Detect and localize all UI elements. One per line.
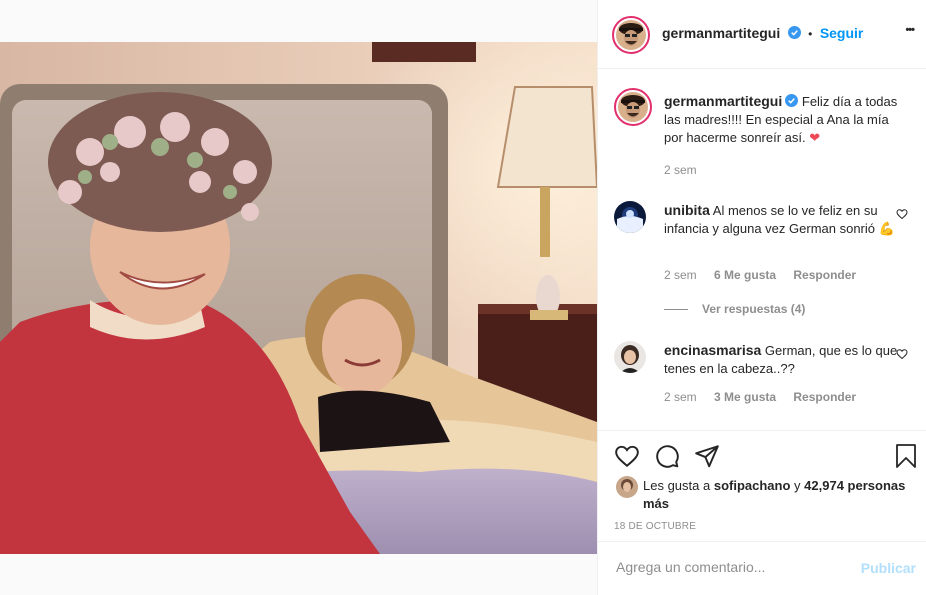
comment-time[interactable]: 2 sem: [664, 268, 697, 282]
post-photo[interactable]: [0, 42, 597, 554]
post-actions: Les gusta a sofipachano y 42,974 persona…: [598, 430, 926, 543]
post-photo-image: [0, 42, 597, 554]
bookmark-icon[interactable]: [894, 443, 918, 469]
likes-user[interactable]: sofipachano: [714, 478, 791, 493]
author-username[interactable]: germanmartitegui: [662, 25, 780, 41]
liker-avatar[interactable]: [616, 476, 638, 498]
liker-avatar-image: [616, 476, 638, 498]
comment-likes[interactable]: 3 Me gusta: [714, 390, 776, 404]
comment-meta: 2 sem 3 Me gusta Responder: [664, 390, 870, 404]
likes-prefix: Les gusta a: [643, 478, 711, 493]
commenter-avatar-image: [614, 201, 646, 233]
author-avatar-image: [616, 20, 646, 50]
post-date[interactable]: 18 DE OCTUBRE: [614, 521, 696, 532]
publish-button[interactable]: Publicar: [861, 560, 916, 576]
comment-likes[interactable]: 6 Me gusta: [714, 268, 776, 282]
caption-avatar-image: [618, 92, 648, 122]
heart-icon[interactable]: [896, 348, 908, 360]
comment-item: encinasmarisa German, que es lo que tene…: [614, 341, 910, 378]
caption: germanmartitegui Feliz día a todas las m…: [614, 88, 910, 147]
heart-emoji: ❤: [809, 130, 821, 145]
comment-text: encinasmarisa German, que es lo que tene…: [664, 341, 910, 378]
reply-button[interactable]: Responder: [793, 390, 856, 404]
post-header: germanmartitegui • Seguir •••: [598, 0, 926, 69]
caption-time[interactable]: 2 sem: [664, 163, 697, 177]
caption-text: germanmartitegui Feliz día a todas las m…: [664, 92, 910, 147]
share-icon[interactable]: [694, 443, 720, 469]
view-replies-button[interactable]: Ver respuestas (4): [664, 302, 805, 316]
comment-time[interactable]: 2 sem: [664, 390, 697, 404]
verified-badge-icon: [785, 94, 799, 107]
replies-line-divider: [664, 309, 688, 311]
reply-button[interactable]: Responder: [793, 268, 856, 282]
caption-username[interactable]: germanmartitegui: [664, 93, 782, 109]
likes-conj: y: [794, 478, 801, 493]
verified-badge-icon: [787, 26, 801, 39]
media-panel: [0, 0, 597, 595]
likes-summary: Les gusta a sofipachano y 42,974 persona…: [643, 477, 910, 513]
author-avatar[interactable]: [612, 16, 650, 54]
comment-username[interactable]: encinasmarisa: [664, 342, 761, 358]
follow-button[interactable]: Seguir: [820, 25, 864, 41]
commenter-avatar[interactable]: [614, 201, 646, 233]
comment-item: unibita Al menos se lo ve feliz en su in…: [614, 201, 910, 238]
comment-input[interactable]: [614, 558, 848, 576]
caption-meta: 2 sem: [664, 163, 711, 177]
follow-separator: •: [808, 27, 813, 41]
flexed-biceps-emoji: 💪: [878, 221, 895, 236]
more-options-icon[interactable]: •••: [905, 24, 915, 36]
comment-composer: Publicar: [598, 541, 926, 595]
comment-username[interactable]: unibita: [664, 202, 710, 218]
comment-meta: 2 sem 6 Me gusta Responder: [664, 268, 870, 282]
commenter-avatar[interactable]: [614, 341, 646, 373]
view-replies-label: Ver respuestas (4): [702, 302, 806, 316]
heart-icon[interactable]: [896, 208, 908, 220]
caption-avatar[interactable]: [614, 88, 652, 126]
commenter-avatar-image: [614, 341, 646, 373]
comment-icon[interactable]: [654, 443, 680, 469]
post-sidebar: germanmartitegui • Seguir ••• germanmart…: [597, 0, 926, 595]
comment-text: unibita Al menos se lo ve feliz en su in…: [664, 201, 910, 238]
header-line: germanmartitegui • Seguir: [662, 25, 863, 43]
heart-icon[interactable]: [614, 443, 640, 469]
